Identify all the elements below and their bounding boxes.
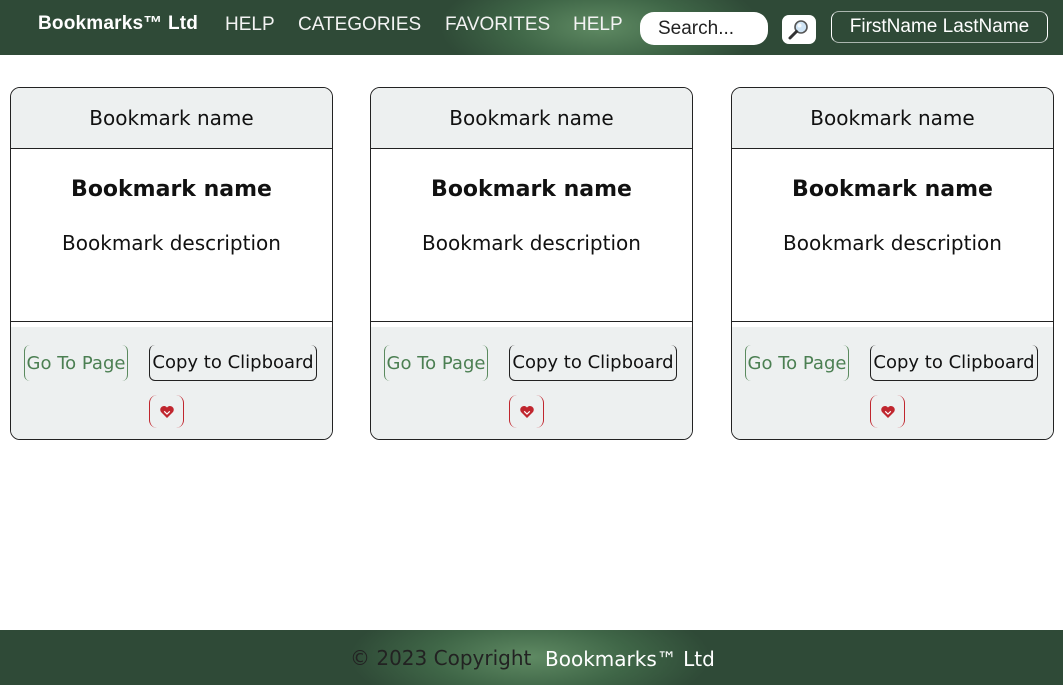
card-description: Bookmark description [422, 231, 641, 255]
card-divider [732, 321, 1053, 327]
brand-logo[interactable]: Bookmarks™ Ltd [38, 13, 198, 35]
footer-copyright: © 2023 Copyright [350, 646, 532, 670]
card-title: Bookmark name [431, 177, 632, 202]
card-divider [371, 321, 692, 327]
favorite-button[interactable] [870, 395, 905, 428]
copy-to-clipboard-button[interactable]: Copy to Clipboard [149, 345, 317, 381]
card-body: Bookmark name Bookmark description [732, 149, 1053, 321]
heart-icon [880, 405, 895, 418]
footer-brand-link[interactable]: Bookmarks™ Ltd [545, 647, 715, 671]
search-button[interactable] [782, 15, 816, 44]
card-divider [11, 321, 332, 327]
favorite-button[interactable] [149, 395, 184, 428]
card-header: Bookmark name [11, 88, 332, 149]
nav-link-help[interactable]: HELP [225, 14, 275, 36]
favorite-button[interactable] [509, 395, 544, 428]
bookmark-card: Bookmark name Bookmark name Bookmark des… [731, 87, 1054, 440]
page-footer: © 2023 Copyright Bookmarks™ Ltd [0, 630, 1063, 685]
card-body: Bookmark name Bookmark description [11, 149, 332, 321]
card-body: Bookmark name Bookmark description [371, 149, 692, 321]
nav-link-categories[interactable]: CATEGORIES [298, 14, 421, 36]
card-description: Bookmark description [783, 231, 1002, 255]
go-to-page-button[interactable]: Go To Page [384, 345, 488, 381]
go-to-page-button[interactable]: Go To Page [24, 345, 128, 381]
user-menu-button[interactable]: FirstName LastName [831, 11, 1048, 43]
card-title: Bookmark name [792, 177, 993, 202]
bookmark-card: Bookmark name Bookmark name Bookmark des… [10, 87, 333, 440]
card-header: Bookmark name [371, 88, 692, 149]
bookmark-card: Bookmark name Bookmark name Bookmark des… [370, 87, 693, 440]
nav-link-favorites[interactable]: FAVORITES [445, 14, 550, 36]
card-header: Bookmark name [732, 88, 1053, 149]
copy-to-clipboard-button[interactable]: Copy to Clipboard [509, 345, 677, 381]
magnifier-icon [788, 19, 808, 39]
heart-icon [519, 405, 534, 418]
go-to-page-button[interactable]: Go To Page [745, 345, 849, 381]
card-title: Bookmark name [71, 177, 272, 202]
card-description: Bookmark description [62, 231, 281, 255]
search-input[interactable] [640, 12, 768, 45]
nav-link-help-2[interactable]: HELP [573, 14, 623, 36]
copy-to-clipboard-button[interactable]: Copy to Clipboard [870, 345, 1038, 381]
navbar: Bookmarks™ Ltd HELP CATEGORIES FAVORITES… [0, 0, 1063, 55]
heart-icon [159, 405, 174, 418]
